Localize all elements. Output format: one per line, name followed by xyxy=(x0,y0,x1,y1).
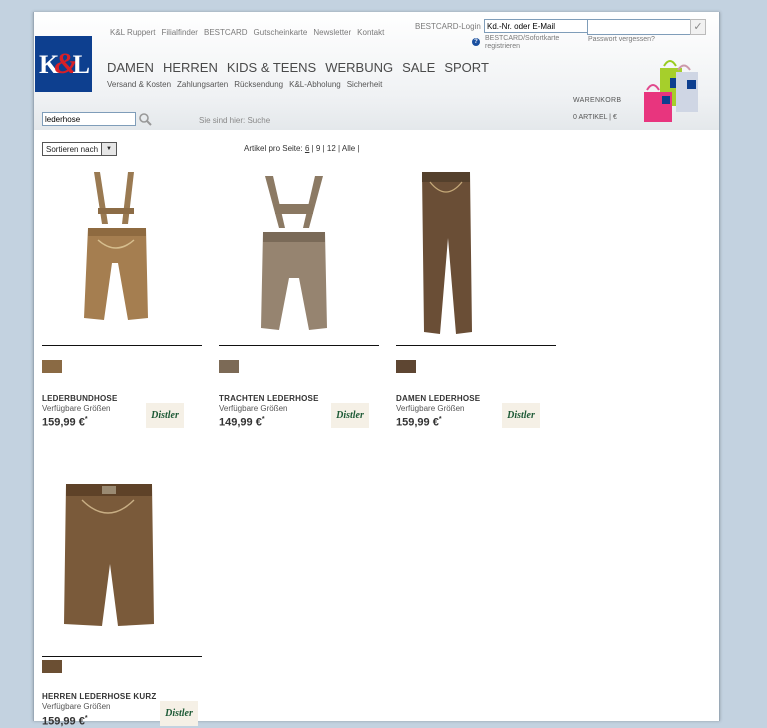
product-sizes[interactable]: Verfügbare Größen xyxy=(42,702,110,711)
product-card[interactable]: DAMEN LEDERHOSE Verfügbare Größen 159,99… xyxy=(396,168,556,429)
product-card[interactable]: TRACHTEN LEDERHOSE Verfügbare Größen 149… xyxy=(219,168,379,429)
kl-logo[interactable]: K&L xyxy=(35,36,92,92)
product-price: 149,99 €* xyxy=(219,416,265,429)
search-input[interactable] xyxy=(42,112,136,126)
nav-werbung[interactable]: WERBUNG xyxy=(325,60,393,75)
sort-label: Sortieren nach xyxy=(46,144,99,154)
register-link[interactable]: BESTCARD/Sofortkarte registrieren xyxy=(485,35,573,51)
cart-status[interactable]: 0 ARTIKEL | € xyxy=(573,114,617,121)
product-sizes[interactable]: Verfügbare Größen xyxy=(42,404,110,413)
login-email-input[interactable] xyxy=(484,19,588,33)
product-price: 159,99 €* xyxy=(42,416,88,429)
header: K&L K&L Ruppert Filialfinder BESTCARD Gu… xyxy=(34,12,719,130)
login-password-input[interactable] xyxy=(587,19,691,35)
nav-sale[interactable]: SALE xyxy=(402,60,435,75)
link-kl-ruppert[interactable]: K&L Ruppert xyxy=(110,28,156,37)
nav-herren[interactable]: HERREN xyxy=(163,60,218,75)
nav-sport[interactable]: SPORT xyxy=(444,60,489,75)
search-icon[interactable] xyxy=(138,112,152,126)
product-card[interactable]: LEDERBUNDHOSE Verfügbare Größen 159,99 €… xyxy=(42,168,202,429)
perpage-option-12[interactable]: 12 xyxy=(327,144,336,153)
divider xyxy=(42,345,202,346)
product-card[interactable]: HERREN LEDERHOSE KURZ Verfügbare Größen … xyxy=(42,474,202,728)
product-price: 159,99 €* xyxy=(42,715,88,728)
product-image[interactable] xyxy=(42,474,202,644)
brand-logo: Distler xyxy=(160,701,198,726)
color-swatch[interactable] xyxy=(219,360,239,373)
color-swatch[interactable] xyxy=(42,660,62,673)
login-submit-button[interactable]: ✓ xyxy=(690,19,706,35)
product-name[interactable]: DAMEN LEDERHOSE xyxy=(396,394,480,403)
product-price: 159,99 €* xyxy=(396,416,442,429)
breadcrumb: Sie sind hier: Suche xyxy=(199,116,271,125)
brand-logo: Distler xyxy=(502,403,540,428)
divider xyxy=(396,345,556,346)
subnav-sicherheit[interactable]: Sicherheit xyxy=(347,80,383,89)
login-label: BESTCARD-Login xyxy=(415,22,481,31)
sub-nav: Versand & Kosten Zahlungsarten Rücksendu… xyxy=(107,80,382,89)
brand-logo: Distler xyxy=(331,403,369,428)
main-nav: DAMEN HERREN KIDS & TEENS WERBUNG SALE S… xyxy=(107,60,489,75)
brand-logo: Distler xyxy=(146,403,184,428)
link-newsletter[interactable]: Newsletter xyxy=(313,28,351,37)
perpage-selector: Artikel pro Seite: 6 | 9 | 12 | Alle | xyxy=(244,144,360,153)
product-sizes[interactable]: Verfügbare Größen xyxy=(396,404,464,413)
cart-label[interactable]: WARENKORB xyxy=(573,97,621,104)
link-gutscheinkarte[interactable]: Gutscheinkarte xyxy=(254,28,308,37)
subnav-versand[interactable]: Versand & Kosten xyxy=(107,80,171,89)
perpage-label: Artikel pro Seite: xyxy=(244,144,303,153)
perpage-option-alle[interactable]: Alle xyxy=(342,144,355,153)
subnav-abholung[interactable]: K&L-Abholung xyxy=(289,80,341,89)
perpage-option-9[interactable]: 9 xyxy=(316,144,320,153)
password-forgot-link[interactable]: Passwort vergessen? xyxy=(588,36,655,43)
color-swatch[interactable] xyxy=(42,360,62,373)
product-image[interactable] xyxy=(219,168,379,338)
product-sizes[interactable]: Verfügbare Größen xyxy=(219,404,287,413)
product-image[interactable] xyxy=(396,168,556,338)
product-name[interactable]: LEDERBUNDHOSE xyxy=(42,394,118,403)
link-kontakt[interactable]: Kontakt xyxy=(357,28,384,37)
shopping-bags-icon xyxy=(644,60,698,122)
nav-damen[interactable]: DAMEN xyxy=(107,60,154,75)
divider xyxy=(42,656,202,657)
product-image[interactable] xyxy=(42,168,202,338)
top-links: K&L Ruppert Filialfinder BESTCARD Gutsch… xyxy=(110,28,384,37)
subnav-ruecksendung[interactable]: Rücksendung xyxy=(234,80,283,89)
perpage-option-6[interactable]: 6 xyxy=(305,144,309,153)
product-name[interactable]: HERREN LEDERHOSE KURZ xyxy=(42,692,156,701)
link-bestcard[interactable]: BESTCARD xyxy=(204,28,248,37)
page-container: K&L K&L Ruppert Filialfinder BESTCARD Gu… xyxy=(33,12,720,728)
help-icon: ? xyxy=(472,38,480,46)
sort-dropdown[interactable]: Sortieren nach ▼ xyxy=(42,142,117,156)
chevron-down-icon: ▼ xyxy=(101,143,116,155)
link-filialfinder[interactable]: Filialfinder xyxy=(162,28,198,37)
subnav-zahlungsarten[interactable]: Zahlungsarten xyxy=(177,80,228,89)
nav-kids-teens[interactable]: KIDS & TEENS xyxy=(227,60,316,75)
product-name[interactable]: TRACHTEN LEDERHOSE xyxy=(219,394,319,403)
divider xyxy=(219,345,379,346)
color-swatch[interactable] xyxy=(396,360,416,373)
